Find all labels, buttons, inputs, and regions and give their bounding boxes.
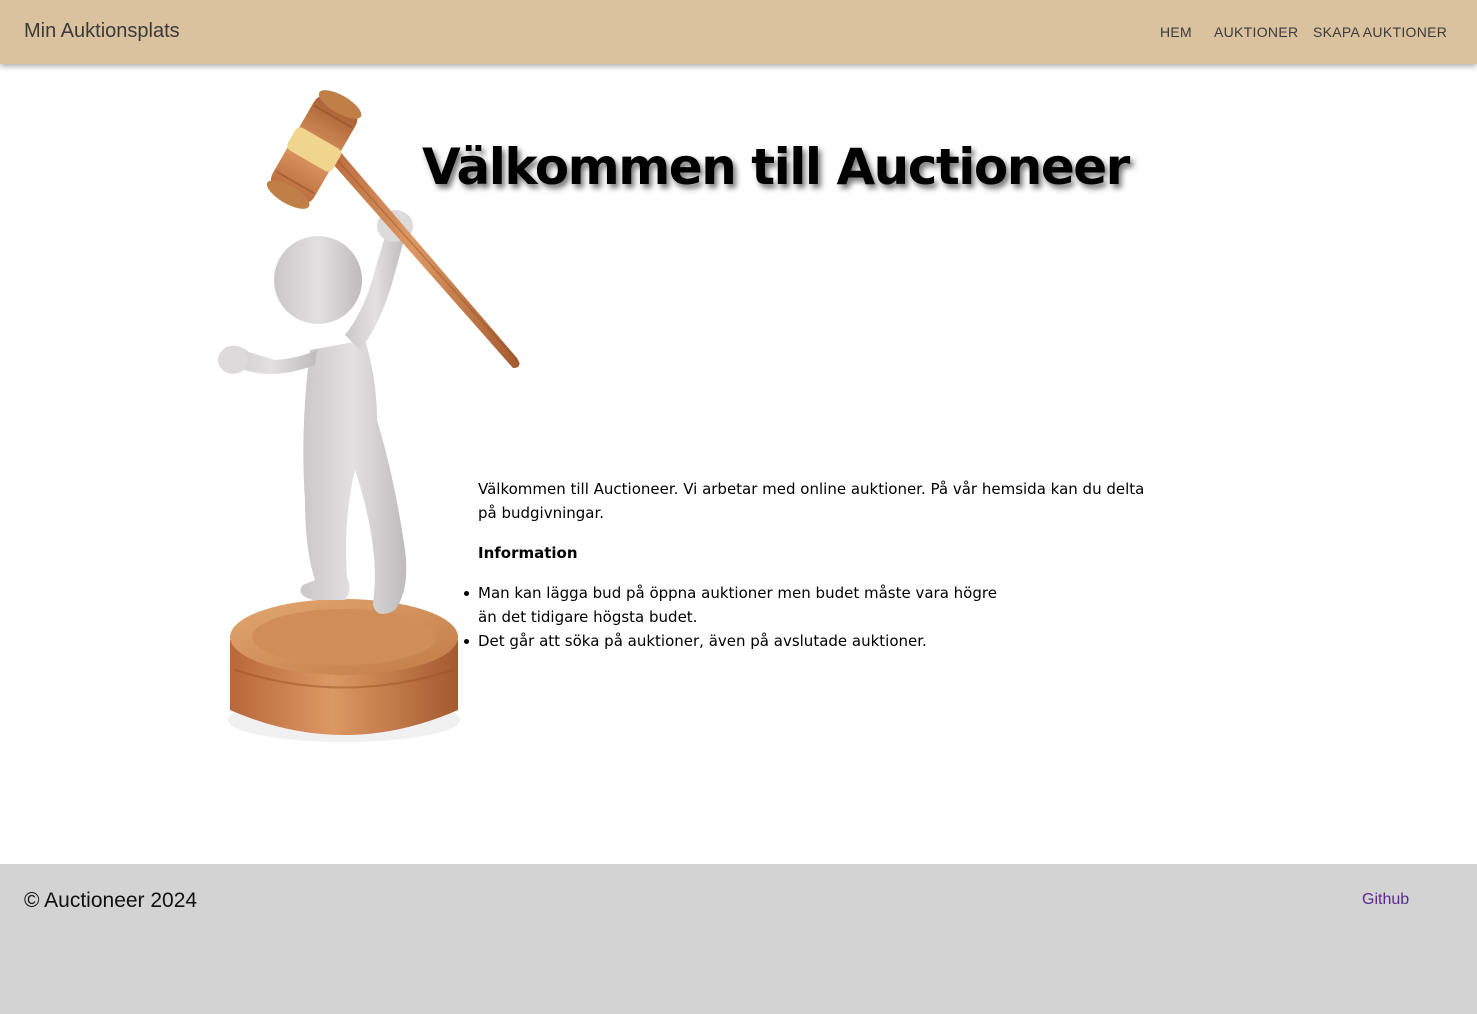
brand-link[interactable]: Min Auktionsplats: [24, 20, 180, 43]
copyright-text: © Auctioneer 2024: [24, 889, 198, 912]
info-heading: Information: [478, 544, 578, 562]
top-navbar: Min Auktionsplats HEM AUKTIONER SKAPA AU…: [0, 0, 1477, 64]
list-item: Det går att söka på auktioner, även på a…: [464, 629, 1158, 653]
main-content: Välkommen till Auctioneer. Vi arbetar me…: [464, 477, 1158, 653]
nav-link-auctions[interactable]: AUKTIONER: [1214, 24, 1298, 40]
intro-text: Välkommen till Auctioneer. Vi arbetar me…: [478, 480, 1145, 522]
nav-link-home[interactable]: HEM: [1160, 24, 1192, 40]
page-title: Välkommen till Auctioneer: [422, 138, 1130, 196]
github-link[interactable]: Github: [1362, 891, 1409, 909]
page-footer: © Auctioneer 2024 Github: [0, 864, 1477, 1014]
list-item: Man kan lägga bud på öppna auktioner men…: [464, 581, 1008, 629]
nav-link-create-auctions[interactable]: SKAPA AUKTIONER: [1313, 24, 1447, 40]
info-list: Man kan lägga bud på öppna auktioner men…: [464, 581, 1158, 653]
